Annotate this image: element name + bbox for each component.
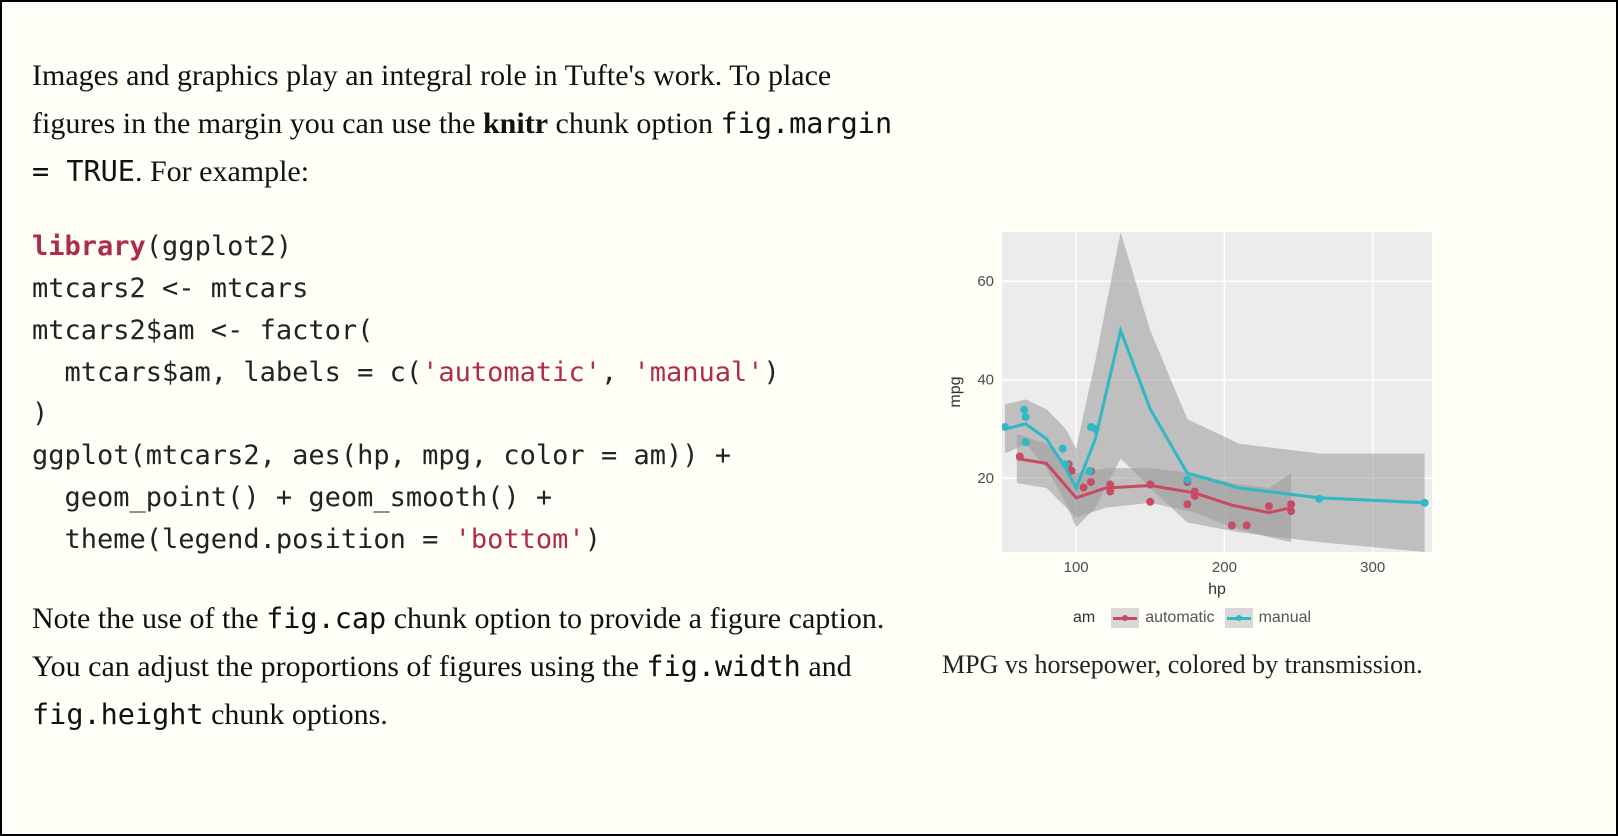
legend-key-automatic: automatic [1111,608,1214,628]
code-text: (ggplot2) [146,231,292,262]
svg-text:300: 300 [1360,559,1385,576]
code-text: mtcars$am, labels = c( [32,357,422,388]
legend-swatch-manual [1225,608,1253,628]
margin-column: 20 40 60 100 200 300 hp mpg am automatic manual… [942,22,1586,834]
svg-text:20: 20 [977,470,994,487]
text: chunk option [548,107,721,140]
knitr-bold: knitr [483,107,548,140]
svg-text:200: 200 [1212,559,1237,576]
main-column: Images and graphics play an integral rol… [32,22,902,834]
margin-figure: 20 40 60 100 200 300 hp mpg am automatic manual [942,222,1442,628]
inline-code-fig-width: fig.width [646,650,800,683]
svg-text:100: 100 [1064,559,1089,576]
text: . For example: [135,155,309,188]
code-string: 'bottom' [455,524,585,555]
intro-paragraph: Images and graphics play an integral rol… [32,52,902,196]
text: Note the use of the [32,602,266,635]
figure-caption: MPG vs horsepower, colored by transmissi… [942,646,1586,684]
chart-svg: 20 40 60 100 200 300 hp mpg [942,222,1442,602]
legend-swatch-automatic [1111,608,1139,628]
svg-text:hp: hp [1208,581,1226,598]
code-text: theme(legend.position = [32,524,455,555]
code-line: ) [32,398,48,429]
legend-key-manual: manual [1225,608,1311,628]
legend-label: manual [1259,609,1311,627]
code-block: library(ggplot2) mtcars2 <- mtcars mtcar… [32,226,902,561]
inline-code-fig-height: fig.height [32,698,204,731]
text: chunk options. [204,698,388,731]
code-string: 'manual' [633,357,763,388]
code-line: ggplot(mtcars2, aes(hp, mpg, color = am)… [32,440,731,471]
legend-title: am [1073,609,1095,627]
code-text: ) [764,357,780,388]
svg-text:40: 40 [977,372,994,389]
code-string: 'automatic' [422,357,601,388]
code-text: , [601,357,634,388]
inline-code-fig-cap: fig.cap [266,602,386,635]
svg-text:60: 60 [977,273,994,290]
code-keyword: library [32,231,146,262]
chart-legend: am automatic manual [942,608,1442,628]
svg-text:mpg: mpg [947,376,964,407]
code-line: mtcars2 <- mtcars [32,273,308,304]
code-text: ) [585,524,601,555]
legend-label: automatic [1145,609,1214,627]
text: and [801,650,852,683]
code-line: geom_point() + geom_smooth() + [32,482,552,513]
code-line: mtcars2$am <- factor( [32,315,373,346]
note-paragraph: Note the use of the fig.cap chunk option… [32,595,902,739]
